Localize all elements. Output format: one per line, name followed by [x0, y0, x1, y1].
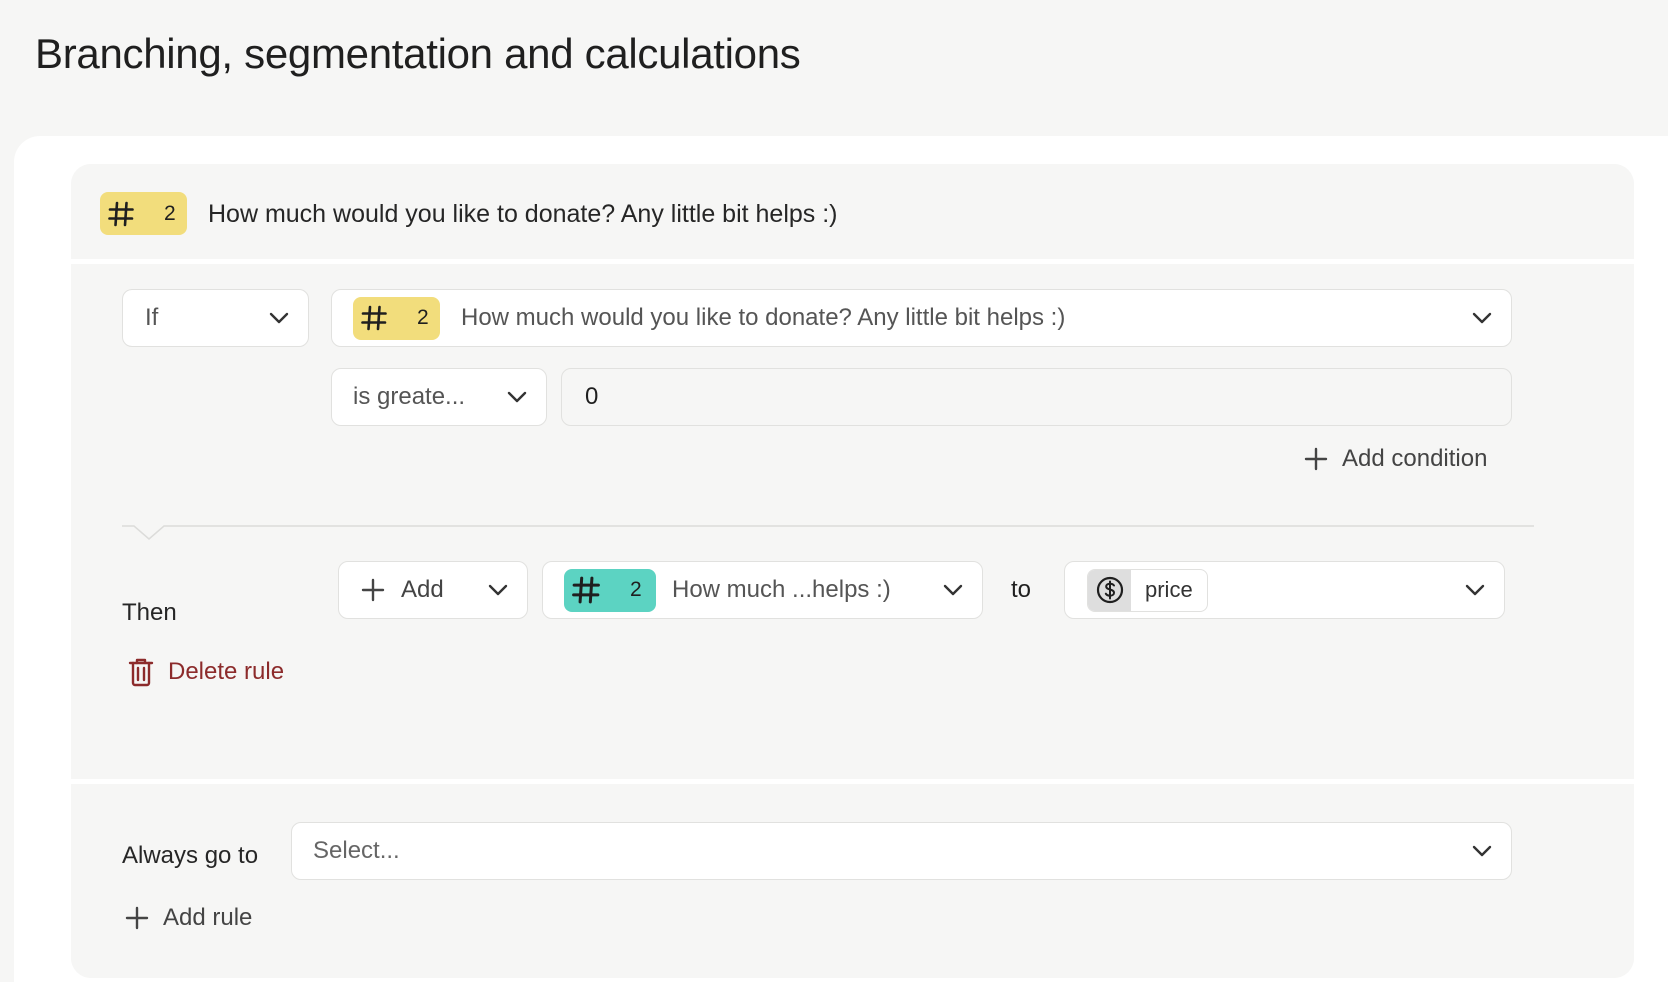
- section-divider: [122, 525, 1534, 540]
- action-select[interactable]: Add: [338, 561, 528, 619]
- condition-value: 0: [585, 383, 599, 410]
- variable-pill: price: [1087, 568, 1208, 612]
- add-condition-label: Add condition: [1342, 445, 1488, 472]
- if-select[interactable]: If: [122, 289, 309, 347]
- plus-icon: [361, 578, 385, 602]
- chevron-down-icon: [1472, 312, 1492, 324]
- question-number-badge: 2: [100, 192, 187, 235]
- action-label: Add: [401, 576, 444, 603]
- target-field-select[interactable]: 2 How much ...helps :): [542, 561, 983, 619]
- chevron-down-icon: [1465, 584, 1485, 596]
- always-go-to-select[interactable]: Select...: [291, 822, 1512, 880]
- add-rule-label: Add rule: [163, 904, 253, 931]
- if-select-value: If: [145, 304, 159, 331]
- hash-icon: [564, 569, 608, 612]
- to-label: to: [1011, 576, 1032, 603]
- then-label: Then: [122, 599, 177, 626]
- question-logic-card: 2 How much would you like to donate? Any…: [71, 164, 1634, 978]
- condition-field-number: 2: [417, 306, 429, 329]
- dollar-circle-icon: [1088, 569, 1131, 611]
- add-condition-button[interactable]: Add condition: [1304, 445, 1487, 473]
- plus-icon: [1304, 447, 1328, 471]
- chevron-down-icon: [1472, 845, 1492, 857]
- target-field-badge: 2: [564, 568, 656, 612]
- always-go-to-placeholder: Select...: [313, 837, 400, 864]
- operator-select[interactable]: is greate...: [331, 368, 547, 426]
- hash-icon: [353, 297, 395, 340]
- condition-value-input[interactable]: 0: [561, 368, 1512, 426]
- target-field-label: How much ...helps :): [672, 576, 891, 603]
- condition-field-label: How much would you like to donate? Any l…: [461, 304, 1066, 331]
- hash-icon: [100, 192, 142, 235]
- question-number: 2: [164, 201, 176, 225]
- target-field-number: 2: [630, 578, 642, 601]
- chevron-down-icon: [943, 584, 963, 596]
- page-title: Branching, segmentation and calculations: [35, 30, 801, 77]
- variable-name: price: [1145, 577, 1193, 602]
- rule-block: If 2 How much would you like to donate? …: [71, 269, 1634, 774]
- add-rule-button[interactable]: Add rule: [125, 904, 252, 932]
- chevron-down-icon: [269, 312, 289, 324]
- plus-icon: [125, 906, 149, 930]
- delete-rule-button[interactable]: Delete rule: [127, 657, 284, 687]
- operator-value: is greate...: [353, 383, 466, 410]
- trash-icon: [128, 658, 154, 687]
- always-go-to-label: Always go to: [122, 842, 259, 869]
- chevron-down-icon: [507, 391, 527, 403]
- question-header: 2 How much would you like to donate? Any…: [71, 164, 1634, 264]
- variable-select[interactable]: price: [1064, 561, 1505, 619]
- default-branch-section: Always go to Select... Add rule: [71, 779, 1634, 978]
- question-title: How much would you like to donate? Any l…: [208, 200, 838, 228]
- condition-field-badge: 2: [353, 296, 440, 340]
- condition-field-select[interactable]: 2 How much would you like to donate? Any…: [331, 289, 1512, 347]
- chevron-down-icon: [488, 584, 508, 596]
- delete-rule-label: Delete rule: [168, 658, 285, 685]
